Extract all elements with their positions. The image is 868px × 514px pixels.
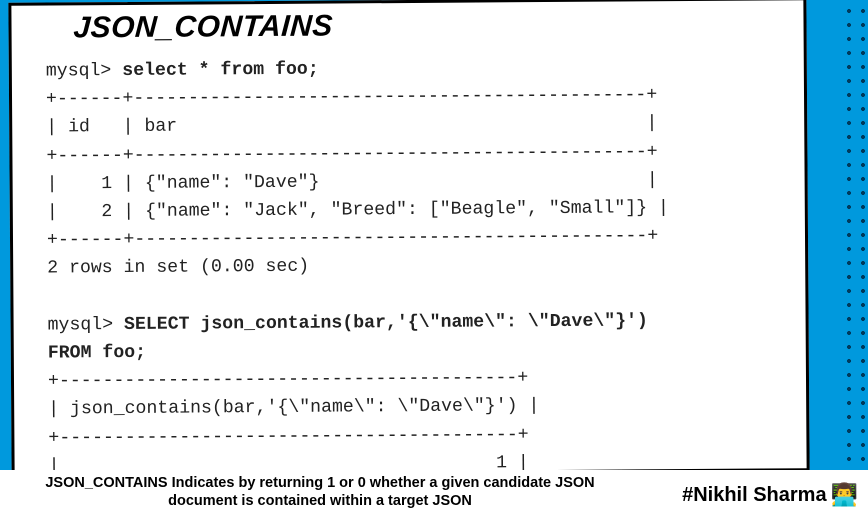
table-header: | id | bar |: [46, 114, 657, 138]
author-name: #Nikhil Sharma: [682, 484, 827, 507]
pattern-dots: [838, 0, 868, 514]
laptop-person-icon: 👨‍💻: [831, 482, 858, 508]
slide-page: JSON_CONTAINS mysql> select * from foo; …: [8, 0, 809, 477]
author-credit: #Nikhil Sharma 👨‍💻: [682, 482, 858, 508]
prompt: mysql>: [48, 315, 114, 335]
table-divider: +---------------------------------------…: [48, 425, 528, 448]
table-divider: +------+--------------------------------…: [46, 142, 657, 166]
table-divider: +------+--------------------------------…: [46, 85, 657, 109]
sql-query: SELECT json_contains(bar,'{\"name\": \"D…: [124, 311, 648, 335]
rows-message: 2 rows in set (0.00 sec): [47, 257, 309, 279]
slide-caption: JSON_CONTAINS Indicates by returning 1 o…: [0, 472, 640, 512]
table-divider: +------+--------------------------------…: [47, 226, 658, 250]
sql-query: FROM foo;: [48, 343, 146, 364]
slide-title: JSON_CONTAINS: [72, 6, 770, 45]
table-divider: +---------------------------------------…: [48, 368, 528, 391]
prompt: mysql>: [46, 61, 112, 81]
table-row: | 2 | {"name": "Jack", "Breed": ["Beagle…: [47, 198, 669, 222]
table-header: | json_contains(bar,'{\"name\": \"Dave\"…: [48, 397, 539, 420]
terminal-output: mysql> select * from foo; +------+------…: [46, 52, 773, 476]
sql-query: select * from foo;: [122, 60, 319, 81]
table-row: | 1 | {"name": "Dave"} |: [47, 170, 658, 194]
caption-bar: JSON_CONTAINS Indicates by returning 1 o…: [0, 470, 868, 514]
